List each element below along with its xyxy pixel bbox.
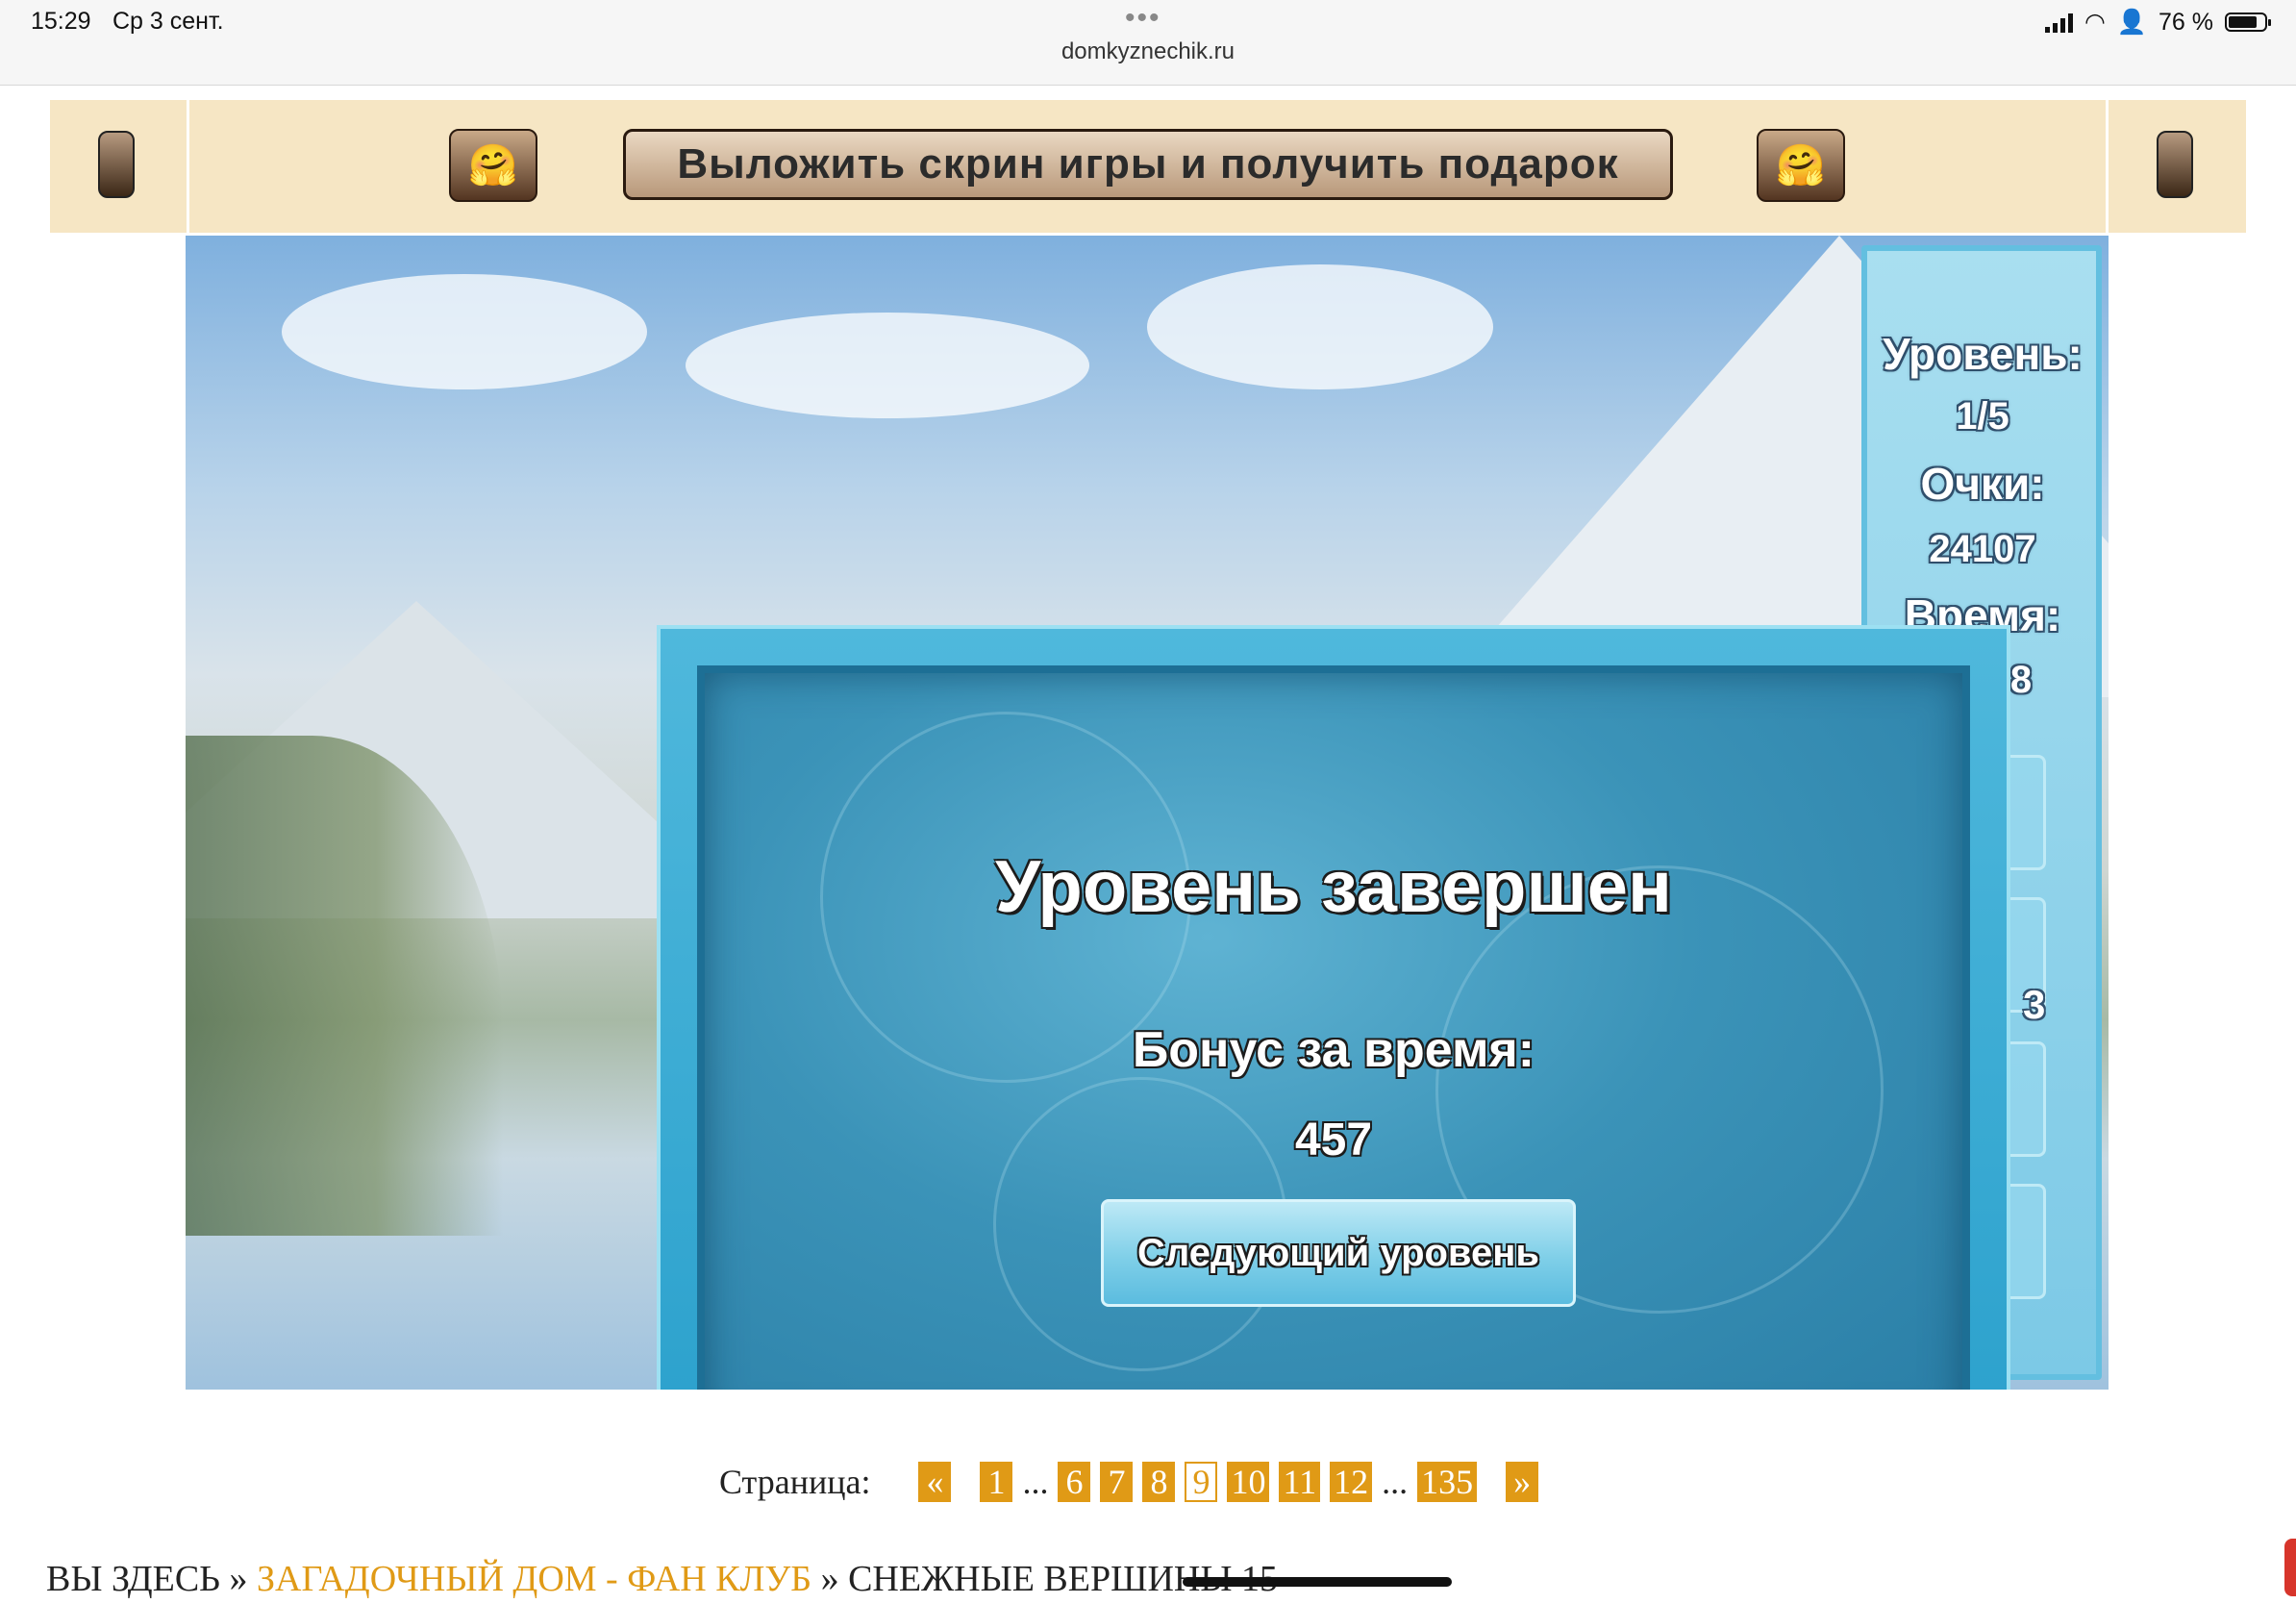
cloud [686,313,1089,418]
game-canvas[interactable]: e r 0 Уровень: 1/5 Очки: 24107 Время: 03… [186,236,2109,1390]
dialog-title: Уровень завершен [995,846,1672,928]
pagination: Страница: « 1 ... 6 7 8 9 10 11 12 ... 1… [719,1462,1558,1502]
level-value: 1/5 [1956,395,2009,438]
score-label: Очки: [1920,459,2045,509]
current-page: 9 [1185,1462,1218,1502]
hug-emoji-button-right[interactable]: 🤗 [1757,129,1845,202]
bonus-value: 457 [1294,1115,1373,1165]
promo-button[interactable]: Выложить скрин игры и получить подарок [623,129,1673,200]
banner-divider [187,100,189,233]
prev-page-link[interactable]: « [918,1462,952,1502]
address-url[interactable]: domkyznechik.ru [0,38,2296,65]
right-handle[interactable] [2157,131,2193,198]
battery-percent: 76 % [2159,8,2213,36]
wifi-icon: ◠ [2084,9,2106,36]
status-date: Ср 3 сент. [112,8,224,35]
breadcrumb-separator: » [820,1559,839,1599]
next-level-button[interactable]: Следующий уровень [1101,1199,1576,1307]
page-link[interactable]: 11 [1279,1462,1321,1502]
battery-icon [2225,13,2271,32]
level-label: Уровень: [1883,329,2083,379]
breadcrumb-separator: » [229,1559,248,1599]
undo-count: 3 [2023,982,2046,1027]
breadcrumb: ВЫ ЗДЕСЬ » ЗАГАДОЧНЫЙ ДОМ - ФАН КЛУБ » С… [46,1558,1278,1600]
page-link[interactable]: 6 [1058,1462,1091,1502]
status-bar: 15:29 Ср 3 сент. ••• domkyznechik.ru ◠ 👤… [0,0,2296,86]
page-link[interactable]: 10 [1227,1462,1270,1502]
pagination-label: Страница: [719,1463,871,1501]
breadcrumb-here: ВЫ ЗДЕСЬ [46,1559,221,1599]
page-ellipsis: ... [1382,1463,1409,1501]
page-link[interactable]: 1 [980,1462,1013,1502]
signal-icon [2045,12,2074,33]
bonus-label: Бонус за время: [1132,1022,1535,1078]
breadcrumb-link-fanclub[interactable]: ЗАГАДОЧНЫЙ ДОМ - ФАН КЛУБ [257,1559,811,1599]
banner-divider [2106,100,2109,233]
page-link[interactable]: 12 [1330,1462,1373,1502]
page-ellipsis: ... [1022,1463,1049,1501]
page-link[interactable]: 8 [1142,1462,1176,1502]
more-dots-icon[interactable]: ••• [1125,2,1161,35]
person-icon: 👤 [2116,8,2148,36]
status-indicators: ◠ 👤 76 % [2045,8,2271,37]
promo-banner: 🤗 Выложить скрин игры и получить подарок… [50,100,2246,233]
next-page-link[interactable]: » [1506,1462,1539,1502]
hug-emoji-button-left[interactable]: 🤗 [449,129,537,202]
score-value: 24107 [1929,528,2036,570]
status-time: 15:29 [31,8,91,35]
home-indicator[interactable] [1183,1577,1452,1587]
edge-tab[interactable] [2284,1539,2296,1596]
level-complete-dialog: Уровень завершен Бонус за время: 457 Сле… [657,625,2010,1390]
left-handle[interactable] [98,131,135,198]
page-link[interactable]: 7 [1100,1462,1134,1502]
page-link[interactable]: 135 [1417,1462,1478,1502]
cloud [282,274,647,389]
